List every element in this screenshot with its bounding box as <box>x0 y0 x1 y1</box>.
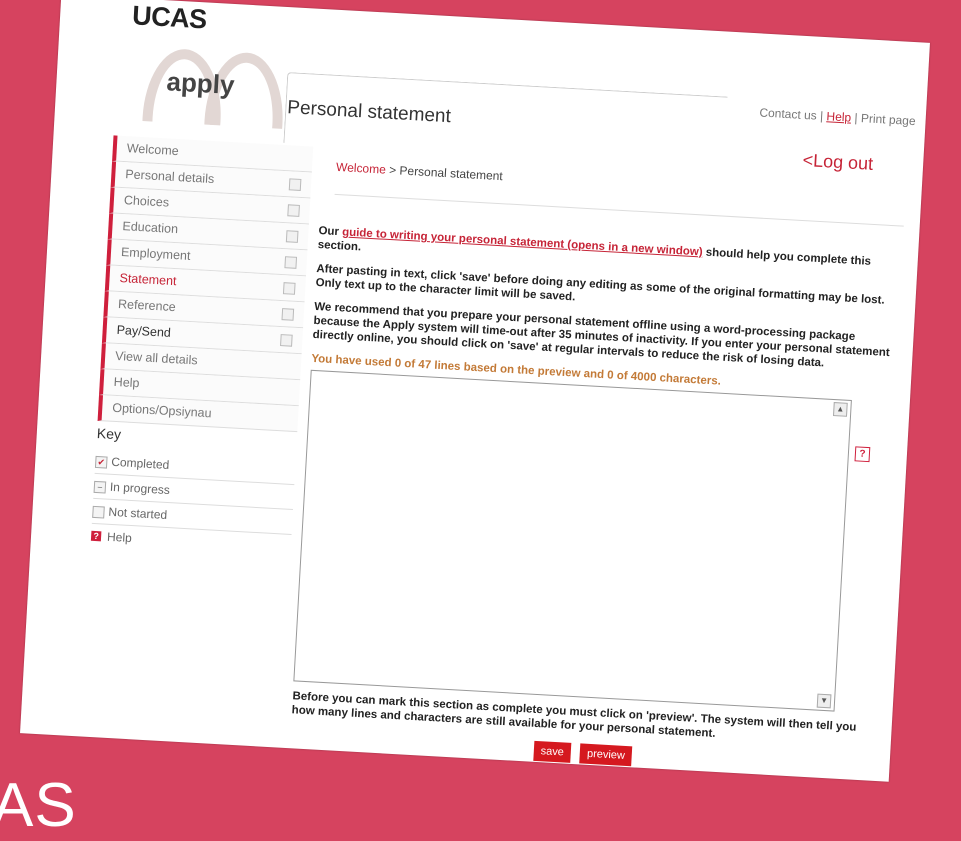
not-started-icon <box>288 178 302 191</box>
sidebar-item-label: Reference <box>117 296 177 315</box>
contact-us-link[interactable]: Contact us <box>759 105 817 122</box>
not-started-icon <box>282 282 296 295</box>
sidebar-item-label: Education <box>122 219 179 237</box>
apply-title: apply <box>165 66 236 101</box>
check-icon: ✔ <box>94 455 108 469</box>
scroll-down-arrow-icon[interactable]: ▼ <box>816 693 832 709</box>
apply-page: UCAS apply Personal statement Contact us… <box>20 0 930 782</box>
preview-button[interactable]: preview <box>579 743 633 767</box>
sidebar-item-label: Personal details <box>125 167 215 187</box>
key-label: In progress <box>109 479 171 498</box>
sidebar-item-label: Help <box>113 374 140 391</box>
sidebar-item-label: Pay/Send <box>116 322 172 340</box>
ucas-logo: UCAS <box>131 0 208 35</box>
help-link[interactable]: Help <box>826 109 851 124</box>
sidebar-item-label: Welcome <box>126 141 180 159</box>
key-label: Completed <box>110 454 170 473</box>
help-icon: ? <box>90 530 102 542</box>
print-page-link[interactable]: Print page <box>861 111 916 128</box>
not-started-icon <box>280 334 293 347</box>
intro-text-start: Our <box>318 225 343 239</box>
not-started-icon <box>287 204 300 217</box>
not-started-icon <box>281 308 295 321</box>
editor-wrapper: ▲ ▼ ? <box>293 369 896 714</box>
save-button[interactable]: save <box>533 740 572 763</box>
breadcrumb-welcome-link[interactable]: Welcome <box>336 160 387 177</box>
background-text: AS <box>0 771 77 840</box>
key-label: Help <box>106 529 133 546</box>
personal-statement-textarea[interactable] <box>293 369 852 712</box>
not-started-icon <box>285 230 299 243</box>
key-label: Not started <box>108 504 168 523</box>
not-started-icon <box>284 256 298 269</box>
key-title: Key <box>96 424 122 443</box>
breadcrumb-current: Personal statement <box>399 163 504 184</box>
key-legend: ✔ Completed − In progress Not started ? Hel… <box>90 448 296 559</box>
sidebar-item-label: Options/Opsiynau <box>111 400 212 421</box>
top-links: Contact us | Help | Print page <box>759 105 916 128</box>
sidebar-item-label: View all details <box>114 348 198 368</box>
log-out-link[interactable]: <Log out <box>802 150 874 175</box>
not-started-icon <box>92 505 105 519</box>
sidebar-item-label: Choices <box>123 193 170 210</box>
scroll-up-arrow-icon[interactable]: ▲ <box>832 402 848 417</box>
sidebar-item-label: Statement <box>119 270 177 289</box>
help-icon[interactable]: ? <box>854 446 871 463</box>
guide-link[interactable]: guide to writing your personal statement… <box>342 226 703 258</box>
sidebar-item-label: Employment <box>120 245 191 263</box>
in-progress-icon: − <box>93 480 107 494</box>
statement-content: Our guide to writing your personal state… <box>290 224 904 780</box>
sidebar-nav: Welcome Personal details Choices Educati… <box>97 135 314 433</box>
